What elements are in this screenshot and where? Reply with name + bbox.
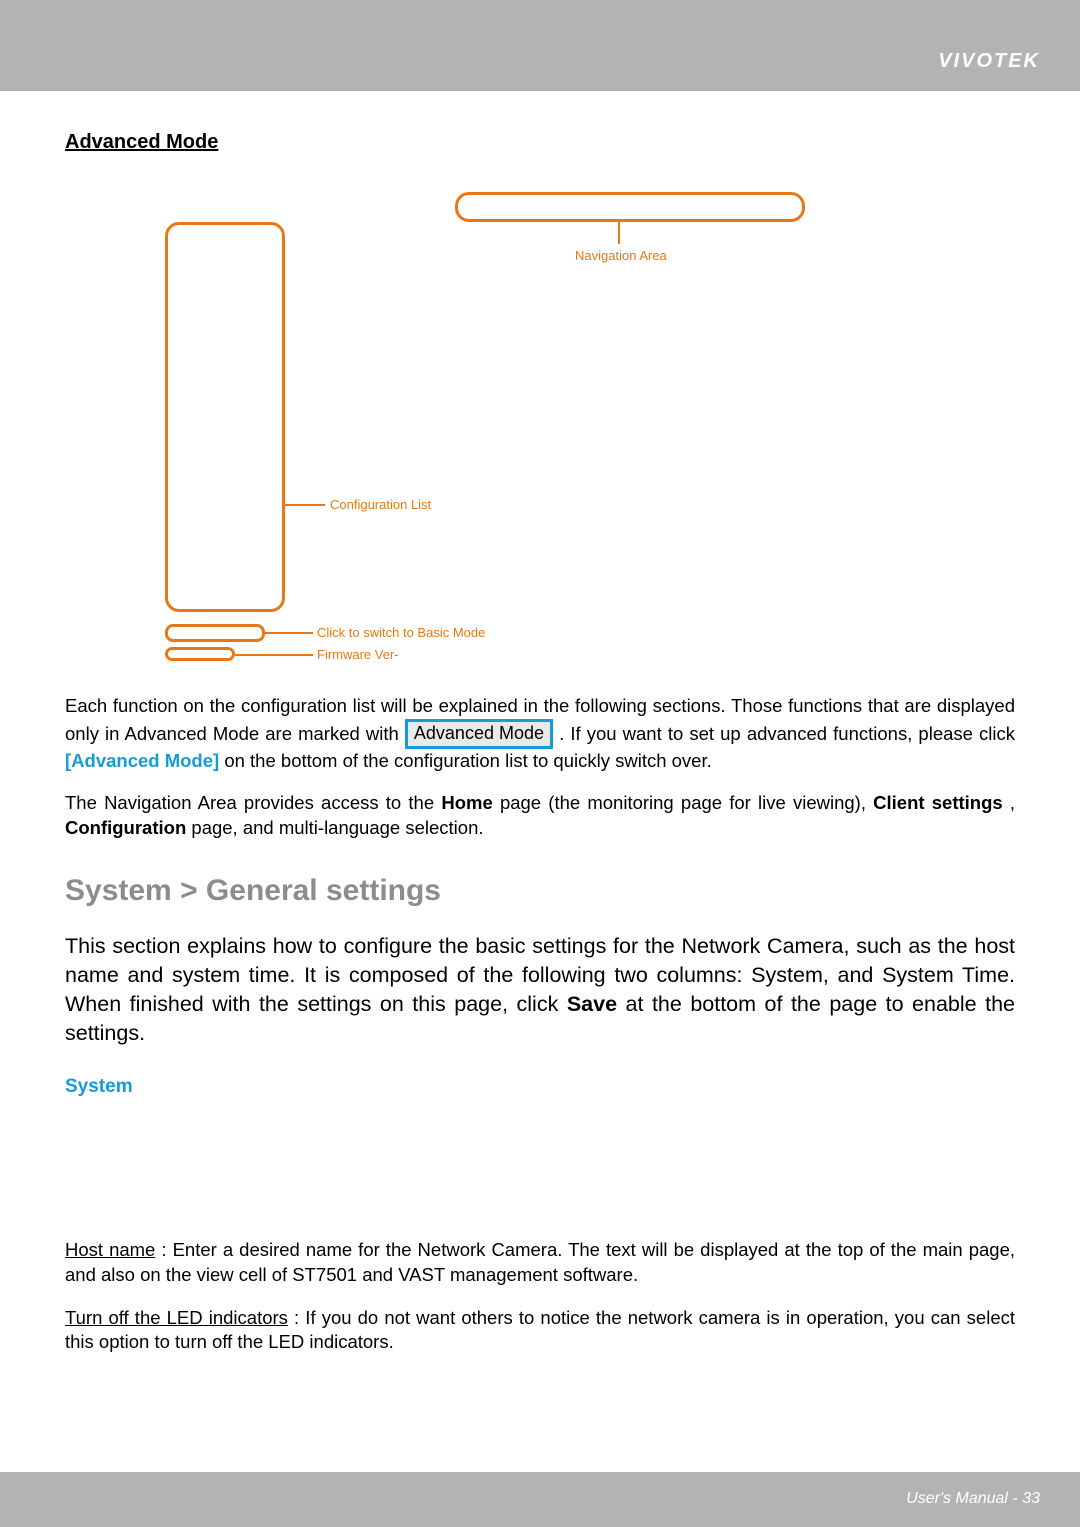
configuration-label: Configuration: [65, 817, 186, 838]
nav-connector-line: [618, 222, 620, 244]
heading-system-general: System > General settings: [65, 874, 1015, 908]
fw-label: Firmware Ver-: [317, 647, 399, 662]
p2-text-d: page, and multi-language selection.: [191, 817, 483, 838]
p1-text-c: on the bottom of the configuration list …: [224, 750, 711, 771]
basic-connector-line: [265, 632, 313, 634]
definitions: Host name : Enter a desired name for the…: [65, 1238, 1015, 1354]
host-name-text: : Enter a desired name for the Network C…: [65, 1239, 1015, 1285]
led-paragraph: Turn off the LED indicators : If you do …: [65, 1306, 1015, 1355]
intro-paragraph: This section explains how to configure t…: [65, 932, 1015, 1048]
paragraph-1: Each function on the configuration list …: [65, 694, 1015, 773]
p2-text-c: ,: [1010, 792, 1015, 813]
home-label: Home: [441, 792, 492, 813]
led-label: Turn off the LED indicators: [65, 1307, 288, 1328]
basic-mode-box: [165, 624, 265, 642]
p2-text-b: page (the monitoring page for live viewi…: [500, 792, 873, 813]
page-number: User's Manual - 33: [906, 1490, 1040, 1508]
subheading-system: System: [65, 1076, 1015, 1098]
advanced-mode-badge: Advanced Mode: [405, 719, 553, 749]
client-settings-label: Client settings: [873, 792, 1003, 813]
config-connector-line: [285, 504, 325, 506]
config-label: Configuration List: [330, 497, 431, 512]
config-list-box: [165, 222, 285, 612]
paragraph-2: The Navigation Area provides access to t…: [65, 791, 1015, 840]
body-text: Each function on the configuration list …: [65, 694, 1015, 840]
advanced-mode-link[interactable]: [Advanced Mode]: [65, 750, 219, 771]
p1-text-b: . If you want to set up advanced functio…: [559, 723, 1015, 744]
document-page: VIVOTEK Advanced Mode Navigation Area Co…: [0, 0, 1080, 1527]
firmware-box: [165, 647, 235, 661]
save-label: Save: [567, 992, 617, 1016]
navigation-area-box: [455, 192, 805, 222]
fw-connector-line: [235, 654, 313, 656]
page-header: VIVOTEK: [0, 0, 1080, 90]
brand-label: VIVOTEK: [938, 50, 1040, 73]
page-content: Advanced Mode Navigation Area Configurat…: [0, 91, 1080, 1355]
section-title: Advanced Mode: [65, 131, 1015, 154]
host-name-paragraph: Host name : Enter a desired name for the…: [65, 1238, 1015, 1287]
diagram-area: Navigation Area Configuration List Click…: [65, 192, 1015, 672]
nav-label: Navigation Area: [575, 248, 667, 263]
page-footer: User's Manual - 33: [0, 1472, 1080, 1527]
host-name-label: Host name: [65, 1239, 155, 1260]
p2-text-a: The Navigation Area provides access to t…: [65, 792, 441, 813]
basic-label: Click to switch to Basic Mode: [317, 625, 485, 640]
